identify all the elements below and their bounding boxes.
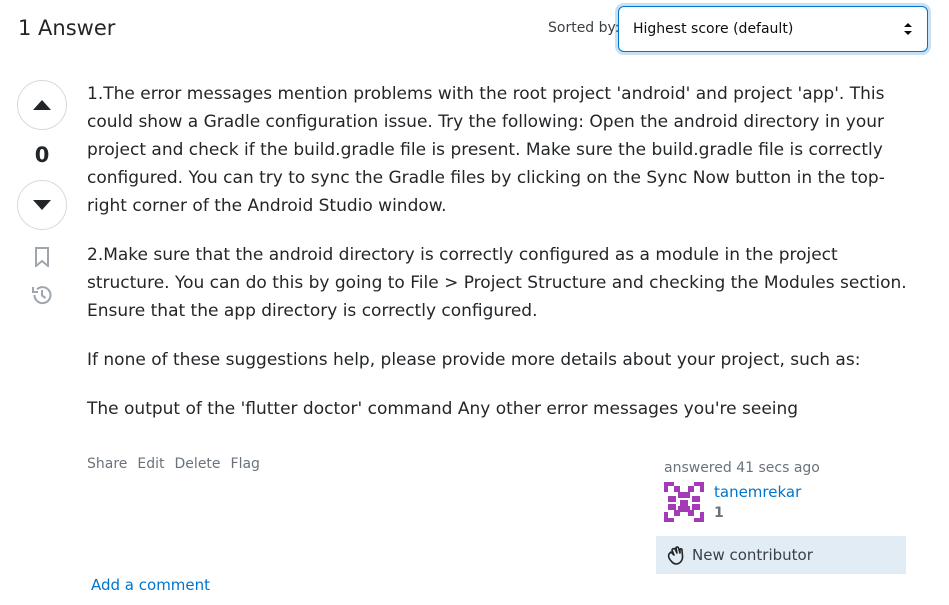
- select-caret-icon: [903, 21, 913, 37]
- post-menu: Share Edit Delete Flag: [87, 456, 260, 472]
- delete-link[interactable]: Delete: [175, 456, 221, 472]
- user-card: answered 41 secs ago tanemrekar 1 New co…: [656, 454, 906, 574]
- edit-link[interactable]: Edit: [137, 456, 164, 472]
- reputation-score: 1: [714, 505, 724, 521]
- bookmark-icon: [35, 247, 49, 267]
- avatar[interactable]: [664, 482, 704, 522]
- answer-paragraph: The output of the 'flutter doctor' comma…: [87, 399, 799, 419]
- flag-link[interactable]: Flag: [231, 456, 260, 472]
- new-contributor-label: New contributor: [692, 546, 813, 564]
- downvote-button[interactable]: [17, 180, 67, 230]
- identicon-icon: [664, 482, 704, 522]
- sort-label: Sorted by:: [548, 20, 620, 36]
- share-link[interactable]: Share: [87, 456, 127, 472]
- arrow-down-icon: [33, 200, 51, 210]
- bookmark-button[interactable]: [29, 244, 55, 270]
- upvote-button[interactable]: [17, 80, 67, 130]
- action-time: answered 41 secs ago: [664, 460, 820, 476]
- user-details: tanemrekar 1: [714, 482, 801, 522]
- answer-body: 1.The error messages mention problems wi…: [87, 80, 917, 444]
- add-comment-link[interactable]: Add a comment: [91, 576, 210, 594]
- vote-count: 0: [34, 143, 50, 167]
- waving-hand-icon: [666, 545, 686, 565]
- timeline-button[interactable]: [29, 282, 55, 308]
- user-name-link[interactable]: tanemrekar: [714, 482, 801, 502]
- answer-paragraph: 2.Make sure that the android directory i…: [87, 245, 907, 321]
- sort-selected-value: Highest score (default): [633, 21, 794, 37]
- answer-count-heading: 1 Answer: [18, 16, 116, 40]
- new-contributor-badge[interactable]: New contributor: [656, 536, 906, 574]
- answer-paragraph: 1.The error messages mention problems wi…: [87, 84, 885, 216]
- user-info: tanemrekar 1: [664, 482, 906, 522]
- vote-column: 0: [17, 80, 67, 308]
- arrow-up-icon: [33, 100, 51, 110]
- history-icon: [32, 286, 52, 305]
- sort-select[interactable]: Highest score (default): [618, 6, 928, 52]
- answer-paragraph: If none of these suggestions help, pleas…: [87, 350, 861, 370]
